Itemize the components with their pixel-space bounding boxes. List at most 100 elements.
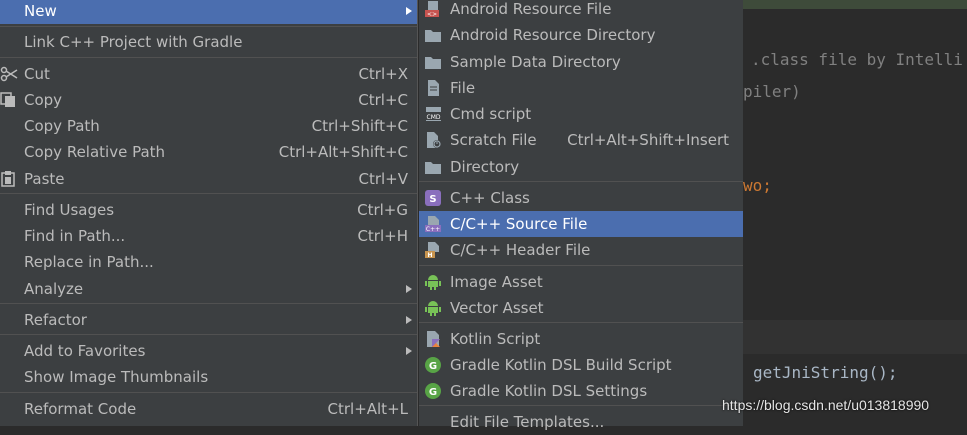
submenu-arrow-icon — [406, 7, 412, 15]
clipboard-icon — [1, 171, 15, 187]
submenu-item-scratch-file[interactable]: Scratch File Ctrl+Alt+Shift+Insert — [419, 127, 743, 153]
svg-text:H: H — [427, 252, 432, 258]
submenu-item-vector-asset[interactable]: Vector Asset — [419, 295, 743, 321]
menu-item-shortcut: Ctrl+V — [358, 170, 408, 188]
copy-icon — [0, 92, 15, 107]
submenu-item-sample-data-directory[interactable]: Sample Data Directory — [419, 49, 743, 75]
code-line: piler) — [743, 82, 801, 101]
menu-item-label: Copy Path — [24, 117, 100, 135]
submenu-item-label: Kotlin Script — [450, 330, 541, 348]
svg-text:C++: C++ — [426, 226, 440, 232]
submenu-item-android-resource-file[interactable]: <> Android Resource File — [419, 0, 743, 22]
menu-item-copy-relative-path[interactable]: Copy Relative Path Ctrl+Alt+Shift+C — [0, 139, 417, 165]
code-editor[interactable]: .class file by Intelli piler) wo; getJni… — [743, 0, 967, 426]
code-line: .class file by Intelli — [751, 50, 963, 69]
menu-item-shortcut: Ctrl+X — [358, 65, 408, 83]
menu-separator — [0, 193, 417, 194]
menu-item-find-usages[interactable]: Find Usages Ctrl+G — [0, 197, 417, 223]
menu-item-reformat-code[interactable]: Reformat Code Ctrl+Alt+L — [0, 396, 417, 422]
menu-item-cut[interactable]: Cut Ctrl+X — [0, 61, 417, 87]
folder-icon — [425, 57, 441, 69]
menu-item-copy[interactable]: Copy Ctrl+C — [0, 87, 417, 113]
submenu-arrow-icon — [406, 285, 412, 293]
gradle-icon: G — [425, 357, 441, 373]
menu-separator — [0, 334, 417, 335]
menu-item-add-to-favorites[interactable]: Add to Favorites — [0, 338, 417, 364]
menu-separator — [419, 322, 743, 323]
menu-item-label: Copy — [24, 91, 63, 109]
code-line: wo; — [743, 176, 772, 195]
context-menu: New Link C++ Project with Gradle Cut Ctr… — [0, 0, 418, 426]
submenu-item-label: Vector Asset — [450, 299, 544, 317]
submenu-item-cpp-header-file[interactable]: H C/C++ Header File — [419, 237, 743, 263]
menu-separator — [0, 26, 417, 27]
submenu-item-shortcut: Ctrl+Alt+Shift+Insert — [567, 131, 729, 149]
new-submenu: <> Android Resource File Android Resourc… — [418, 0, 743, 431]
cmd-script-icon: CMD — [426, 107, 441, 121]
code-line: getJniString(); — [753, 363, 898, 382]
menu-item-replace-in-path[interactable]: Replace in Path... — [0, 249, 417, 275]
menu-item-label: Cut — [24, 65, 50, 83]
submenu-item-file[interactable]: File — [419, 75, 743, 101]
menu-item-copy-path[interactable]: Copy Path Ctrl+Shift+C — [0, 113, 417, 139]
submenu-item-image-asset[interactable]: Image Asset — [419, 269, 743, 295]
submenu-arrow-icon — [406, 316, 412, 324]
menu-item-shortcut: Ctrl+H — [357, 227, 408, 245]
submenu-item-directory[interactable]: Directory — [419, 154, 743, 180]
menu-separator — [0, 303, 417, 304]
menu-item-label: Find in Path... — [24, 227, 126, 245]
menu-item-show-image-thumbnails[interactable]: Show Image Thumbnails — [0, 364, 417, 390]
submenu-item-android-resource-directory[interactable]: Android Resource Directory — [419, 22, 743, 48]
menu-item-paste[interactable]: Paste Ctrl+V — [0, 166, 417, 192]
cpp-source-file-icon: C++ — [425, 216, 441, 232]
android-resource-file-icon: <> — [425, 1, 439, 17]
menu-item-shortcut: Ctrl+Shift+C — [311, 117, 408, 135]
file-icon — [428, 80, 439, 96]
svg-text:CMD: CMD — [427, 114, 441, 121]
gradle-icon: G — [425, 383, 441, 399]
submenu-arrow-icon — [406, 347, 412, 355]
svg-text:G: G — [429, 387, 437, 398]
submenu-item-label: Cmd script — [450, 105, 532, 123]
menu-item-new[interactable]: New — [0, 0, 417, 24]
submenu-item-label: Scratch File — [450, 131, 537, 149]
submenu-item-gradle-kotlin-dsl-build-script[interactable]: G Gradle Kotlin DSL Build Script — [419, 352, 743, 378]
menu-item-label: Paste — [24, 170, 65, 188]
editor-highlight-band — [743, 0, 967, 9]
menu-item-label: Add to Favorites — [24, 342, 146, 360]
menu-separator — [419, 181, 743, 182]
submenu-item-label: Directory — [450, 158, 520, 176]
menu-item-analyze[interactable]: Analyze — [0, 276, 417, 302]
menu-item-find-in-path[interactable]: Find in Path... Ctrl+H — [0, 223, 417, 249]
menu-item-refactor[interactable]: Refactor — [0, 307, 417, 333]
menu-item-link-cpp-project[interactable]: Link C++ Project with Gradle — [0, 29, 417, 55]
scratch-file-icon — [427, 132, 441, 148]
submenu-item-label: Gradle Kotlin DSL Build Script — [450, 356, 672, 374]
svg-text:G: G — [429, 361, 437, 372]
menu-item-label: Refactor — [24, 311, 87, 329]
editor-caret-line — [743, 320, 967, 354]
submenu-item-label: Android Resource Directory — [450, 26, 656, 44]
menu-separator — [419, 265, 743, 266]
menu-item-label: Reformat Code — [24, 400, 137, 418]
submenu-item-edit-file-templates[interactable]: Edit File Templates... — [419, 409, 743, 435]
submenu-item-gradle-kotlin-dsl-settings[interactable]: G Gradle Kotlin DSL Settings — [419, 378, 743, 404]
submenu-item-label: Edit File Templates... — [450, 413, 605, 431]
submenu-item-kotlin-script[interactable]: Kotlin Script — [419, 326, 743, 352]
submenu-item-label: File — [450, 79, 476, 97]
menu-item-label: Analyze — [24, 280, 84, 298]
watermark-url: https://blog.csdn.net/u013818990 — [722, 397, 930, 413]
menu-item-label: Replace in Path... — [24, 253, 154, 271]
submenu-item-label: C++ Class — [450, 189, 530, 207]
menu-item-shortcut: Ctrl+Alt+Shift+C — [278, 143, 408, 161]
submenu-item-label: C/C++ Source File — [450, 215, 588, 233]
svg-text:S: S — [429, 194, 436, 205]
submenu-item-label: Sample Data Directory — [450, 53, 621, 71]
menu-separator — [419, 405, 743, 406]
submenu-item-cmd-script[interactable]: CMD Cmd script — [419, 101, 743, 127]
submenu-item-cpp-source-file[interactable]: C++ C/C++ Source File — [419, 211, 743, 237]
submenu-item-label: Image Asset — [450, 273, 543, 291]
submenu-item-label: Gradle Kotlin DSL Settings — [450, 382, 648, 400]
submenu-item-cpp-class[interactable]: S C++ Class — [419, 185, 743, 211]
menu-item-shortcut: Ctrl+Alt+L — [327, 400, 409, 418]
